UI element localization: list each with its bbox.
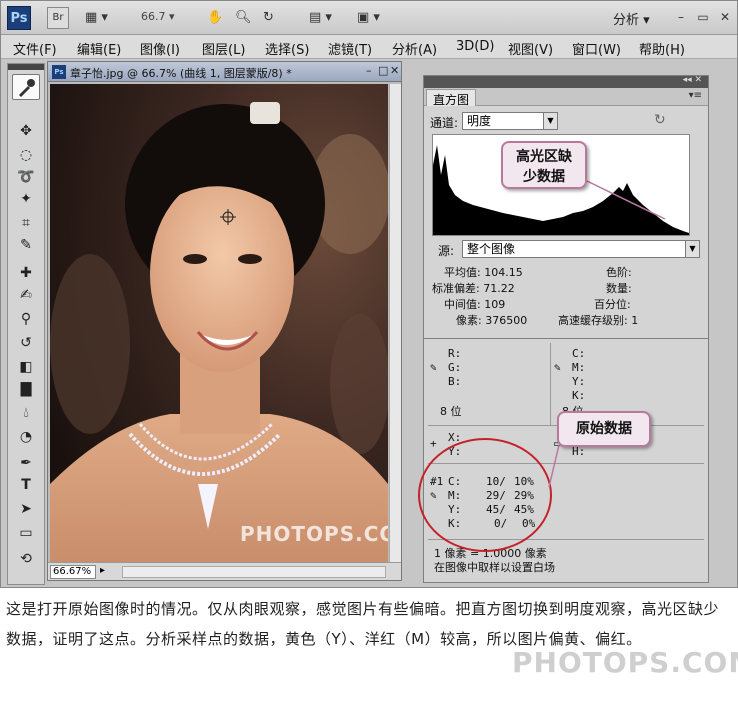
sample-highlight-ellipse [418, 438, 552, 552]
photoshop-screenshot: Ps Br ▦ ▾ 66.7 ▾ ✋ 🔍︎ ↻ ▤ ▾ ▣ ▾ 分析 ▾ – ▭… [0, 0, 738, 588]
callout-pointer-line [586, 180, 666, 220]
caption-text: 这是打开原始图像时的情况。仅从肉眼观察，感觉图片有些偏暗。把直方图切换到明度观察… [6, 600, 720, 648]
callout-original-data: 原始数据 [557, 411, 651, 447]
callout-pointer-line [548, 444, 560, 488]
callout-highlight-missing: 高光区缺 少数据 [501, 141, 587, 189]
annotation-overlay [418, 180, 666, 552]
page-watermark: PHOTOPS.COM [512, 646, 738, 679]
